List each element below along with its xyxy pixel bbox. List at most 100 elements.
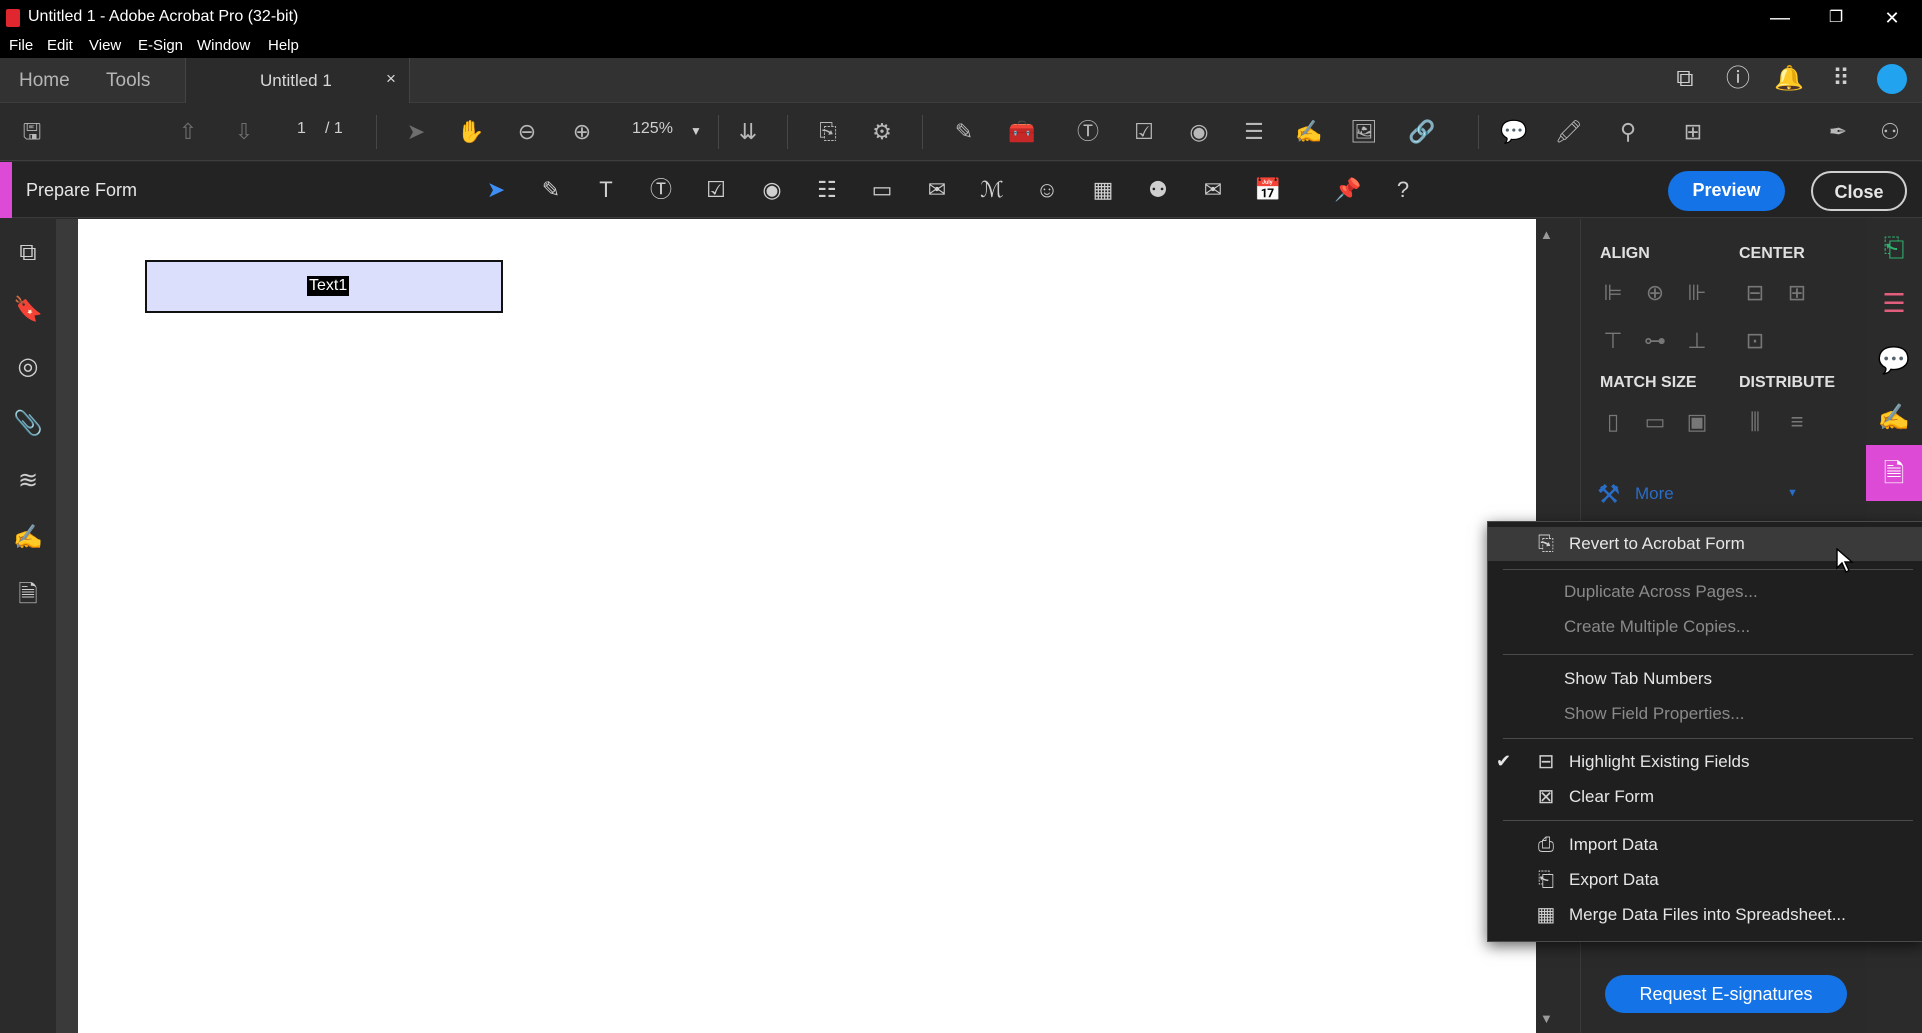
document-icon[interactable]: 🗎 — [12, 579, 44, 611]
comment-icon[interactable]: 💬 — [1498, 116, 1530, 148]
add-text-icon[interactable]: T — [590, 174, 622, 206]
organize-pages-rail-icon[interactable]: ☰ — [1866, 275, 1922, 331]
form-settings-icon[interactable]: ⚙ — [866, 116, 898, 148]
radio-tool-icon[interactable]: ◉ — [756, 174, 788, 206]
image-field-icon[interactable]: 🖼 — [1348, 116, 1380, 148]
name-tool-icon[interactable]: ☺ — [1031, 174, 1063, 206]
form-text-field[interactable]: Text1 — [145, 260, 503, 313]
title-tool-icon[interactable]: ⚉ — [1142, 174, 1174, 206]
select-object-icon[interactable]: ➤ — [480, 174, 512, 206]
dropdown-tool-icon[interactable]: ▭ — [866, 174, 898, 206]
checkbox-tool-icon[interactable]: ☑ — [700, 174, 732, 206]
align-left-icon[interactable]: ⊫ — [1597, 277, 1629, 309]
center-vertical-icon[interactable]: ⊞ — [1781, 277, 1813, 309]
text-field-icon[interactable]: Ⓣ — [1072, 116, 1104, 148]
pin-icon[interactable]: 📌 — [1332, 174, 1364, 206]
align-top-icon[interactable]: ⊤ — [1597, 325, 1629, 357]
menu-esign[interactable]: E-Sign — [138, 37, 183, 54]
next-page-icon[interactable]: ⇩ — [228, 116, 260, 148]
menu-item-create-multiple-copies[interactable]: Create Multiple Copies... — [1488, 610, 1922, 644]
minimize-button[interactable]: — — [1752, 0, 1808, 36]
menu-window[interactable]: Window — [197, 37, 250, 54]
match-both-icon[interactable]: ▣ — [1681, 406, 1713, 438]
attachments-icon[interactable]: 📎 — [12, 408, 44, 440]
notifications-bell-icon[interactable]: 🔔 — [1774, 64, 1804, 94]
signature-field-icon[interactable]: ✍ — [1293, 116, 1325, 148]
preview-button[interactable]: Preview — [1668, 171, 1785, 211]
share-screen-icon[interactable]: ⧉ — [1670, 64, 1700, 94]
scroll-up-icon[interactable]: ▲ — [1540, 227, 1553, 242]
radio-button-icon[interactable]: ◉ — [1183, 116, 1215, 148]
zoom-dropdown-icon[interactable]: ▼ — [690, 124, 702, 138]
menu-item-export-data[interactable]: ⎗ Export Data — [1488, 863, 1922, 897]
list-box-tool-icon[interactable]: ☷ — [811, 174, 843, 206]
tab-document[interactable]: Untitled 1 × — [185, 58, 410, 104]
company-tool-icon[interactable]: ▦ — [1087, 174, 1119, 206]
zoom-in-icon[interactable]: ⊕ — [566, 116, 598, 148]
match-width-icon[interactable]: ▯ — [1597, 406, 1629, 438]
fill-sign-icon[interactable]: ✒ — [1822, 116, 1854, 148]
menu-item-import-data[interactable]: ⎙ Import Data — [1488, 828, 1922, 862]
zoom-level[interactable]: 125% — [632, 120, 673, 138]
list-box-icon[interactable]: ☰ — [1238, 116, 1270, 148]
align-right-icon[interactable]: ⊪ — [1681, 277, 1713, 309]
close-tab-icon[interactable]: × — [386, 69, 396, 89]
menu-item-duplicate-across-pages[interactable]: Duplicate Across Pages... — [1488, 575, 1922, 609]
menu-view[interactable]: View — [89, 37, 121, 54]
scroll-mode-icon[interactable]: ⇊ — [732, 116, 764, 148]
signature-tool-icon[interactable]: ✉ — [921, 174, 953, 206]
align-bottom-icon[interactable]: ⊥ — [1681, 325, 1713, 357]
organize-pages-icon[interactable]: ⎘ — [812, 116, 844, 148]
close-form-button[interactable]: Close — [1811, 171, 1907, 211]
target-icon[interactable]: ◎ — [12, 351, 44, 383]
menu-item-show-tab-numbers[interactable]: Show Tab Numbers — [1488, 662, 1922, 696]
zoom-out-icon[interactable]: ⊖ — [511, 116, 543, 148]
initials-tool-icon[interactable]: ℳ — [976, 174, 1008, 206]
hand-tool-icon[interactable]: ✋ — [455, 116, 487, 148]
menu-file[interactable]: File — [9, 37, 33, 54]
text-field-tool-icon[interactable]: Ⓣ — [645, 174, 677, 206]
menu-item-highlight-existing-fields[interactable]: ✔ ⊟ Highlight Existing Fields — [1488, 745, 1922, 779]
date-tool-icon[interactable]: 📅 — [1252, 174, 1284, 206]
highlight-pen-icon[interactable]: 🖍 — [1553, 116, 1585, 148]
more-tools-row[interactable]: ⚒ More ▼ — [1597, 477, 1857, 513]
menu-item-merge-data-files[interactable]: ▦ Merge Data Files into Spreadsheet... — [1488, 898, 1922, 932]
center-horizontal-icon[interactable]: ⊟ — [1739, 277, 1771, 309]
find-user-icon[interactable]: ⚇ — [1874, 116, 1906, 148]
fill-sign-rail-icon[interactable]: ✍ — [1866, 389, 1922, 445]
menu-item-show-field-properties[interactable]: Show Field Properties... — [1488, 697, 1922, 731]
prepare-form-rail-icon[interactable]: 🗎 — [1866, 445, 1922, 501]
menu-edit[interactable]: Edit — [47, 37, 73, 54]
layers-icon[interactable]: ≋ — [12, 465, 44, 497]
edit-fields-icon[interactable]: ✎ — [535, 174, 567, 206]
save-icon[interactable]: 🖫 — [16, 116, 48, 148]
export-pdf-icon[interactable]: ⎗ — [1866, 219, 1922, 275]
tab-tools[interactable]: Tools — [106, 70, 150, 92]
help-circle-icon[interactable]: ? — [1387, 174, 1419, 206]
comment-rail-icon[interactable]: 💬 — [1866, 332, 1922, 388]
toolbox-icon[interactable]: 🧰 — [1006, 116, 1038, 148]
restore-button[interactable]: ❐ — [1808, 0, 1864, 36]
document-page[interactable] — [78, 219, 1536, 1033]
signatures-icon[interactable]: ✍ — [12, 522, 44, 554]
center-both-icon[interactable]: ⊡ — [1739, 325, 1771, 357]
stamp-icon[interactable]: ⚲ — [1612, 116, 1644, 148]
account-avatar[interactable] — [1877, 64, 1907, 94]
edit-pdf-icon[interactable]: ✎ — [948, 116, 980, 148]
tab-home[interactable]: Home — [19, 70, 70, 92]
select-arrow-icon[interactable]: ➤ — [400, 116, 432, 148]
page-number-input[interactable]: 1 — [297, 120, 306, 138]
checkbox-icon[interactable]: ☑ — [1128, 116, 1160, 148]
menu-help[interactable]: Help — [268, 37, 299, 54]
menu-item-clear-form[interactable]: ⊠ Clear Form — [1488, 780, 1922, 814]
distribute-horizontal-icon[interactable]: ⫼ — [1739, 406, 1771, 438]
match-height-icon[interactable]: ▭ — [1639, 406, 1671, 438]
request-esignatures-button[interactable]: Request E-signatures — [1605, 975, 1847, 1013]
align-center-h-icon[interactable]: ⊕ — [1639, 277, 1671, 309]
distribute-vertical-icon[interactable]: ≡ — [1781, 406, 1813, 438]
help-icon[interactable]: ⓘ — [1723, 64, 1753, 94]
email-tool-icon[interactable]: ✉ — [1197, 174, 1229, 206]
scroll-down-icon[interactable]: ▼ — [1540, 1011, 1553, 1026]
form-tools-icon[interactable]: ⊞ — [1677, 116, 1709, 148]
page-thumbnails-icon[interactable]: ⧉ — [12, 237, 44, 269]
